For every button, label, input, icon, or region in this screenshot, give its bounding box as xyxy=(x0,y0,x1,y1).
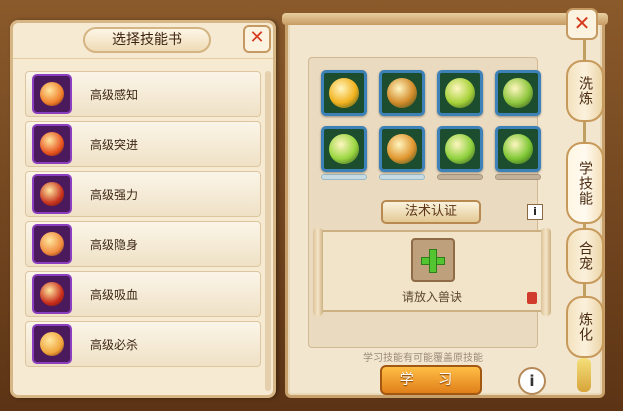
list-item[interactable]: 高级吸血 xyxy=(25,271,261,317)
skill-glyph xyxy=(40,332,64,356)
skill-glyph xyxy=(40,82,64,106)
skill-slot[interactable] xyxy=(379,70,425,116)
skill-progress-bar xyxy=(495,174,541,180)
game-screen: 法术认证 i 请放入兽诀 学习技能有可能覆盖原技能 学 习 i 洗炼学技能合宠炼… xyxy=(0,0,623,411)
skill-slot[interactable] xyxy=(379,126,425,180)
skill-book-name: 高级吸血 xyxy=(90,288,139,302)
green-vortex-icon xyxy=(445,78,475,108)
skill-cell[interactable] xyxy=(321,126,367,172)
list-item[interactable]: 高级必杀 xyxy=(25,321,261,367)
pet-skill-panel: 法术认证 i 请放入兽诀 学习技能有可能覆盖原技能 学 习 i xyxy=(282,13,608,398)
skill-slot[interactable] xyxy=(321,126,367,180)
spell-certification-button[interactable]: 法术认证 xyxy=(381,200,481,224)
skill-cell[interactable] xyxy=(379,126,425,172)
charge-skill-icon xyxy=(32,124,72,164)
add-skill-book-slot[interactable] xyxy=(411,238,455,282)
list-item[interactable]: 高级感知 xyxy=(25,71,261,117)
skill-book-name: 高级突进 xyxy=(90,138,139,152)
skill-progress-bar xyxy=(321,174,367,180)
green-slash-icon xyxy=(445,134,475,164)
demon-claw-icon xyxy=(387,78,417,108)
skill-book-name: 高级强力 xyxy=(90,188,139,202)
skill-progress-bar xyxy=(437,174,483,180)
skill-slot[interactable] xyxy=(321,70,367,116)
fire-skull-icon xyxy=(329,78,359,108)
panel-title: 选择技能书 xyxy=(83,27,211,53)
skill-book-select-panel: 选择技能书 ✕ 高级感知高级突进高级强力高级隐身高级吸血高级必杀 xyxy=(10,20,276,398)
skill-book-slot-scroll: 请放入兽诀 xyxy=(313,228,551,316)
tab-3[interactable]: 炼化 xyxy=(566,296,604,358)
panel-header: 选择技能书 ✕ xyxy=(13,23,273,59)
stealth-skill-icon xyxy=(32,224,72,264)
learn-button[interactable]: 学 习 xyxy=(380,365,482,395)
bloodsuck-skill-icon xyxy=(32,274,72,314)
skill-progress-bar xyxy=(379,174,425,180)
skill-glyph xyxy=(40,182,64,206)
skill-cell[interactable] xyxy=(437,126,483,172)
skill-book-name: 高级隐身 xyxy=(90,238,139,252)
skill-book-list: 高级感知高级突进高级强力高级隐身高级吸血高级必杀 xyxy=(25,71,261,371)
skill-cell[interactable] xyxy=(321,70,367,116)
list-scrollbar[interactable] xyxy=(265,71,271,391)
skill-cell[interactable] xyxy=(495,126,541,172)
power-skill-icon xyxy=(32,174,72,214)
skill-glyph xyxy=(40,282,64,306)
skill-glyph xyxy=(40,232,64,256)
horned-demon-icon xyxy=(387,134,417,164)
skill-cell[interactable] xyxy=(379,70,425,116)
skill-book-name: 高级感知 xyxy=(90,88,139,102)
skill-cell[interactable] xyxy=(437,70,483,116)
sense-skill-icon xyxy=(32,74,72,114)
skills-box: 法术认证 i 请放入兽诀 xyxy=(308,57,551,348)
info-icon[interactable]: i xyxy=(527,204,543,220)
tab-2[interactable]: 合宠 xyxy=(566,228,604,284)
green-heart-icon xyxy=(503,134,533,164)
list-item[interactable]: 高级突进 xyxy=(25,121,261,167)
overwrite-hint: 学习技能有可能覆盖原技能 xyxy=(363,353,483,364)
tab-1[interactable]: 学技能 xyxy=(566,142,604,224)
skill-grid xyxy=(321,70,541,180)
help-info-icon[interactable]: i xyxy=(518,367,546,395)
tab-0[interactable]: 洗炼 xyxy=(566,60,604,122)
skill-cell[interactable] xyxy=(495,70,541,116)
list-item[interactable]: 高级强力 xyxy=(25,171,261,217)
close-icon[interactable]: ✕ xyxy=(243,25,271,53)
plus-icon-vertical xyxy=(429,249,437,273)
tassel-decoration xyxy=(577,358,591,392)
put-skill-book-label: 请放入兽诀 xyxy=(401,290,462,304)
skill-glyph xyxy=(40,132,64,156)
list-item[interactable]: 高级隐身 xyxy=(25,221,261,267)
skill-slot[interactable] xyxy=(495,126,541,180)
skill-slot[interactable] xyxy=(437,70,483,116)
skill-slot[interactable] xyxy=(495,70,541,116)
green-wings-icon xyxy=(329,134,359,164)
seal-icon xyxy=(527,292,537,304)
skill-book-name: 高级必杀 xyxy=(90,338,139,352)
critical-skill-icon xyxy=(32,324,72,364)
close-icon[interactable]: ✕ xyxy=(566,8,598,40)
skill-slot[interactable] xyxy=(437,126,483,180)
panel-rim xyxy=(282,13,608,25)
bat-icon xyxy=(503,78,533,108)
